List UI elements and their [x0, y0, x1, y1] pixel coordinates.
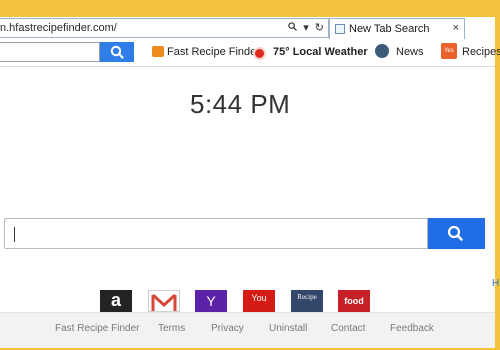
address-actions: ▾ ↻ [285, 21, 324, 34]
browser-frame-top [0, 0, 500, 17]
tab-favicon-icon [335, 24, 345, 34]
toolbar-fast-recipe-finder[interactable]: Fast Recipe Finder [167, 46, 260, 58]
footer: Fast Recipe Finder Terms Privacy Uninsta… [0, 312, 495, 348]
footer-link-fast-recipe-finder[interactable]: Fast Recipe Finder [55, 323, 139, 334]
youtube-icon: You [251, 293, 267, 303]
main-search-button[interactable] [428, 218, 485, 249]
youtube-tile[interactable]: You [243, 290, 275, 312]
gmail-icon [151, 293, 177, 311]
toolbar-search-input[interactable] [0, 42, 100, 62]
yahoo-icon: Y [206, 293, 216, 309]
weather-icon [253, 47, 266, 60]
tab-new-tab-search[interactable]: New Tab Search × [329, 18, 465, 39]
main-search-input[interactable] [4, 218, 428, 249]
recipe-finder-icon [152, 46, 164, 57]
recipe-icon: Recipe [297, 293, 317, 301]
search-icon [447, 225, 463, 241]
amazon-icon: a [110, 290, 121, 310]
footer-link-privacy[interactable]: Privacy [211, 323, 244, 334]
refresh-icon[interactable]: ↻ [315, 22, 324, 34]
food-tile[interactable]: food [338, 290, 370, 312]
clock-time: 5:44 PM [190, 89, 291, 119]
side-link[interactable]: H [492, 278, 499, 289]
footer-link-uninstall[interactable]: Uninstall [269, 323, 307, 334]
address-url: n.hfastrecipefinder.com/ [0, 22, 117, 34]
amazon-tile[interactable]: a [100, 290, 132, 312]
search-icon [110, 45, 124, 59]
recipes-icon: Yes [441, 43, 457, 59]
recipe-tile[interactable]: Recipe [291, 290, 323, 312]
extension-toolbar: Fast Recipe Finder 75° Local Weather New… [0, 39, 500, 67]
footer-link-feedback[interactable]: Feedback [390, 323, 434, 334]
toolbar-recipes[interactable]: Recipes [462, 46, 500, 58]
address-bar[interactable]: n.hfastrecipefinder.com/ ▾ ↻ [0, 18, 329, 38]
search-icon[interactable] [288, 22, 300, 34]
footer-link-terms[interactable]: Terms [158, 323, 185, 334]
text-caret [14, 227, 15, 242]
toolbar-local-weather[interactable]: 75° Local Weather [273, 46, 368, 58]
close-tab-icon[interactable]: × [453, 22, 459, 34]
toolbar-search-button[interactable] [100, 42, 134, 62]
tab-label: New Tab Search [349, 23, 430, 35]
toolbar-news[interactable]: News [396, 46, 424, 58]
footer-link-contact[interactable]: Contact [331, 323, 365, 334]
gmail-tile[interactable] [148, 290, 180, 312]
dropdown-chevron-icon[interactable]: ▾ [303, 22, 309, 34]
news-icon [375, 44, 389, 58]
yahoo-tile[interactable]: Y [195, 290, 227, 312]
food-icon: food [344, 296, 364, 306]
